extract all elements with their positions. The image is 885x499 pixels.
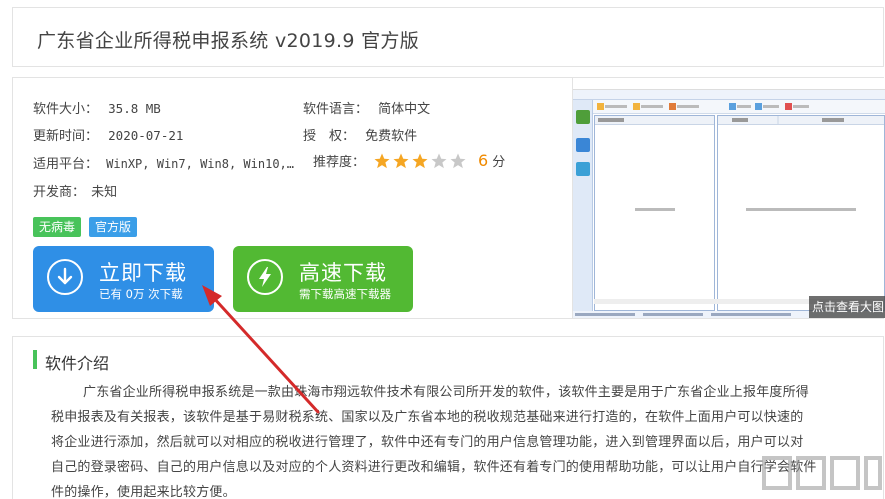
fast-download-label: 高速下载 (299, 261, 387, 285)
software-info-panel: 软件大小： 35.8 MB 软件语言： 简体中文 更新时间： 2020-07-2… (12, 77, 885, 319)
platform-label: 适用平台： (33, 157, 99, 172)
intro-paragraph-line: 税申报表及有关报表，该软件是基于易财税系统、国家以及广东省本地的税收规范基础来进… (51, 410, 804, 425)
developer-value: 未知 (91, 185, 118, 200)
license-label: 授 权： (303, 129, 356, 144)
thumb-sidebar-icon (576, 162, 590, 176)
fast-download-sub-label: 需下载高速下载器 (299, 287, 391, 301)
view-large-image-overlay[interactable]: 点击查看大图 (809, 296, 885, 318)
star-filled-icon (412, 153, 428, 168)
download-now-label: 立即下载 (99, 261, 187, 285)
license-value: 免费软件 (365, 129, 418, 144)
update-row: 更新时间： 2020-07-21 (33, 125, 183, 144)
thumb-tabbar (573, 90, 885, 100)
title-box: 广东省企业所得税申报系统 v2019.9 官方版 (12, 7, 884, 67)
rating-label: 推荐度： (313, 155, 366, 170)
developer-label: 开发商： (33, 185, 86, 200)
update-value: 2020-07-21 (108, 128, 184, 143)
intro-title: 软件介绍 (45, 354, 110, 373)
star-filled-icon (374, 153, 390, 168)
intro-paragraph-line: 广东省企业所得税申报系统是一款由珠海市翔远软件技术有限公司所开发的软件，该软件主… (83, 385, 810, 400)
size-value: 35.8 MB (108, 101, 161, 116)
intro-paragraph-line: 自己的登录密码、自己的用户信息以及对应的个人资料进行更改和编辑，软件还有着专门的… (51, 460, 817, 475)
size-label: 软件大小： (33, 102, 99, 117)
star-empty-icon (450, 153, 466, 168)
star-empty-icon (431, 153, 447, 168)
rating-row: 推荐度： 6 分 (313, 151, 505, 170)
site-watermark-logo (762, 452, 882, 498)
thumb-sidebar (573, 100, 593, 312)
language-value: 简体中文 (378, 102, 431, 117)
virus-free-badge: 无病毒 (33, 217, 82, 237)
size-row: 软件大小： 35.8 MB (33, 98, 161, 117)
intro-accent-bar (33, 350, 37, 369)
update-label: 更新时间： (33, 129, 99, 144)
download-arrow-icon (47, 259, 83, 295)
download-now-button[interactable]: 立即下载 已有 0万 次下载 (33, 246, 214, 312)
thumb-enterprise-pane (594, 115, 715, 311)
license-row: 授 权： 免费软件 (303, 125, 417, 144)
intro-paragraph-line: 将企业进行添加，然后就可以对相应的税收进行管理了，软件中还有专门的用户信息管理功… (51, 435, 804, 450)
thumb-report-pane (717, 115, 885, 311)
software-screenshot-thumbnail[interactable]: 点击查看大图 (572, 78, 885, 318)
star-filled-icon (393, 153, 409, 168)
thumb-sidebar-icon (576, 110, 590, 124)
rating-score: 6 (478, 151, 489, 170)
language-row: 软件语言： 简体中文 (303, 98, 430, 117)
language-label: 软件语言： (303, 102, 369, 117)
rating-unit: 分 (492, 155, 506, 170)
thumb-titlebar (573, 78, 885, 90)
thumb-toolbar (593, 100, 885, 114)
official-badge: 官方版 (89, 217, 138, 237)
platform-row: 适用平台： WinXP, Win7, Win8, Win10,… (33, 153, 294, 172)
developer-row: 开发商： 未知 (33, 181, 117, 200)
page-title: 广东省企业所得税申报系统 v2019.9 官方版 (37, 30, 420, 52)
download-count-label: 已有 0万 次下载 (99, 287, 183, 301)
rating-stars (373, 152, 468, 170)
intro-paragraph-line: 件的操作，使用起来比较方便。 (51, 485, 236, 499)
platform-value: WinXP, Win7, Win8, Win10,… (106, 157, 294, 171)
thumb-sidebar-icon (576, 138, 590, 152)
lightning-icon (247, 259, 283, 295)
software-intro-section: 软件介绍 广东省企业所得税申报系统是一款由珠海市翔远软件技术有限公司所开发的软件… (12, 336, 884, 499)
fast-download-button[interactable]: 高速下载 需下载高速下载器 (233, 246, 413, 312)
